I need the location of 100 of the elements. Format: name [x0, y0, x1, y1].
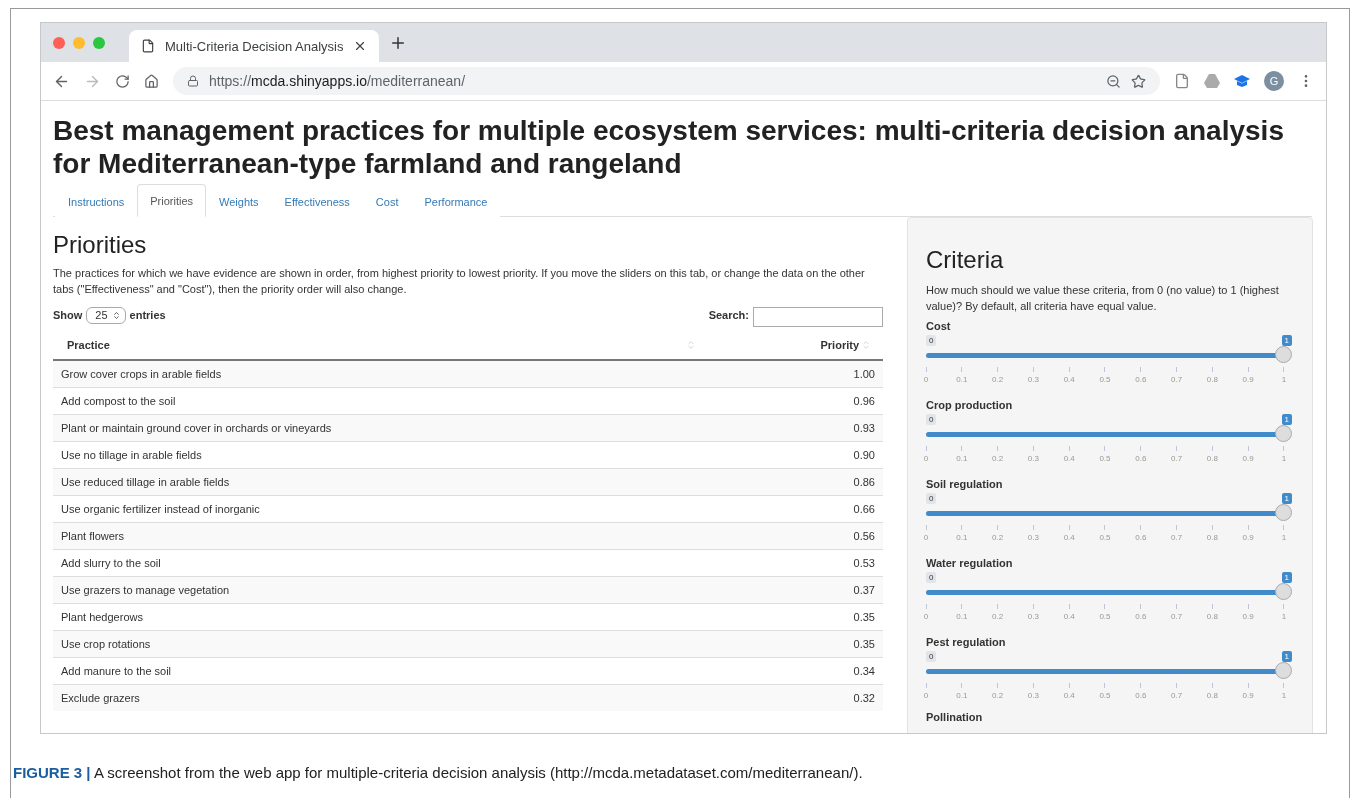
- panel-heading: Criteria: [926, 246, 1005, 274]
- table-cell: 1.00: [707, 360, 883, 387]
- address-bar[interactable]: https://mcda.shinyapps.io/mediterranean/: [173, 67, 1160, 95]
- bookmark-star-icon[interactable]: [1131, 73, 1146, 89]
- table-cell: 0.93: [707, 414, 883, 441]
- column-header[interactable]: Practice: [67, 339, 110, 351]
- slider-thumb[interactable]: [1275, 583, 1292, 600]
- tick-label: 0.9: [1242, 612, 1254, 621]
- tick-label: 0.8: [1206, 375, 1218, 384]
- search-field[interactable]: [753, 307, 883, 327]
- lock-icon: [187, 75, 199, 87]
- tick-label: 0.4: [1063, 612, 1075, 621]
- tick-label: 1: [1281, 454, 1287, 463]
- tick-label: 0.2: [992, 375, 1004, 384]
- slider-label: Pollination: [926, 711, 984, 723]
- show-label: Show: [53, 309, 83, 321]
- tick-label: 0.8: [1206, 691, 1218, 700]
- tick-label: 0: [923, 375, 929, 384]
- tick-label: 0.7: [1171, 612, 1183, 621]
- tick-label: 0.5: [1099, 375, 1111, 384]
- tick-label: 0.4: [1063, 454, 1075, 463]
- tick-label: 0.4: [1063, 533, 1075, 542]
- tick-label: 0.5: [1099, 612, 1111, 621]
- column-header[interactable]: Priority: [820, 339, 859, 351]
- slider-thumb[interactable]: [1275, 662, 1292, 679]
- slider[interactable]: [926, 662, 1294, 681]
- table-cell: 0.53: [707, 549, 883, 576]
- table-cell: Add compost to the soil: [53, 387, 708, 414]
- page-size-select[interactable]: 25: [86, 306, 126, 324]
- tab[interactable]: Priorities: [137, 184, 207, 217]
- tick-label: 0.3: [1027, 454, 1039, 463]
- table-cell: Use reduced tillage in arable fields: [53, 468, 708, 495]
- slider[interactable]: [926, 583, 1294, 602]
- tick-label: 0.9: [1242, 533, 1254, 542]
- slider[interactable]: [926, 425, 1294, 444]
- table-cell: 0.90: [707, 441, 883, 468]
- tick-label: 0.6: [1135, 375, 1147, 384]
- zoom-icon[interactable]: [1106, 73, 1121, 89]
- tick-label: 0.6: [1135, 533, 1147, 542]
- min-value-label: 0: [926, 493, 937, 504]
- tick-label: 1: [1281, 691, 1287, 700]
- tick-label: 0.7: [1171, 533, 1183, 542]
- tick-label: 0: [923, 454, 929, 463]
- tick-label: 0.7: [1171, 375, 1183, 384]
- min-value-label: 0: [926, 572, 937, 583]
- document-icon[interactable]: [1174, 73, 1190, 89]
- tick-label: 0.3: [1027, 691, 1039, 700]
- stepper-icon[interactable]: [111, 310, 121, 320]
- tick-label: 0.2: [992, 691, 1004, 700]
- slider-thumb[interactable]: [1275, 346, 1292, 363]
- tick-label: 0.1: [956, 691, 968, 700]
- value-label: 1: [1281, 651, 1292, 662]
- tick-label: 0.6: [1135, 691, 1147, 700]
- value-label: 1: [1281, 572, 1292, 583]
- table-cell: Plant hedgerows: [53, 603, 708, 630]
- tick-label: 0.6: [1135, 612, 1147, 621]
- table-cell: Exclude grazers: [53, 684, 708, 711]
- tick-label: 0.7: [1171, 691, 1183, 700]
- table-cell: 0.56: [707, 522, 883, 549]
- tick-label: 0.5: [1099, 533, 1111, 542]
- browser-tab[interactable]: Multi-Criteria Decision Analysis: [129, 30, 380, 62]
- figure-caption: FIGURE 3 | A screenshot from the web app for multiple-criteria decision analysis (http://mcda.metadataset.com/mediterranean/).: [13, 764, 864, 781]
- slider-label: Soil regulation: [926, 478, 1004, 490]
- slider-label: Crop production: [926, 399, 1014, 411]
- table-cell: 0.34: [707, 657, 883, 684]
- home-icon[interactable]: [144, 73, 159, 89]
- table-cell: 0.86: [707, 468, 883, 495]
- reload-icon[interactable]: [115, 73, 130, 89]
- table-cell: Plant or maintain ground cover in orchards or vineyards: [53, 414, 708, 441]
- tick-label: 0.2: [992, 612, 1004, 621]
- slider-thumb[interactable]: [1275, 425, 1292, 442]
- page-icon: [141, 39, 155, 53]
- slider[interactable]: [926, 504, 1294, 523]
- tick-label: 0.8: [1206, 533, 1218, 542]
- graduation-cap-icon[interactable]: [1234, 75, 1250, 87]
- tick-label: 0.1: [956, 533, 968, 542]
- tick-label: 0.8: [1206, 612, 1218, 621]
- entries-label: entries: [129, 309, 166, 321]
- min-value-label: 0: [926, 335, 937, 346]
- table-cell: Use grazers to manage vegetation: [53, 576, 708, 603]
- value-label: 1: [1281, 414, 1292, 425]
- close-window-button[interactable]: [53, 36, 65, 49]
- slider-thumb[interactable]: [1275, 504, 1292, 521]
- min-value-label: 0: [926, 651, 937, 662]
- value-label: 1: [1281, 493, 1292, 504]
- table-cell: Use organic fertilizer instead of inorganic: [53, 495, 708, 522]
- maximize-window-button[interactable]: [93, 36, 105, 49]
- tick-label: 0: [923, 612, 929, 621]
- table-cell: Use no tillage in arable fields: [53, 441, 708, 468]
- tick-label: 0.8: [1206, 454, 1218, 463]
- panel-description: How much should we value these criteria, from 0 (no value) to 1 (highest value)? By default, all criteria have equal value.: [926, 283, 1280, 314]
- tick-label: 0.4: [1063, 375, 1075, 384]
- min-value-label: 0: [926, 414, 937, 425]
- table-cell: 0.32: [707, 684, 883, 711]
- tick-label: 0.2: [992, 454, 1004, 463]
- tick-label: 0.1: [956, 612, 968, 621]
- tick-label: 0.5: [1099, 454, 1111, 463]
- table-cell: Grow cover crops in arable fields: [53, 360, 708, 387]
- tick-label: 0.9: [1242, 454, 1254, 463]
- slider[interactable]: [926, 346, 1294, 365]
